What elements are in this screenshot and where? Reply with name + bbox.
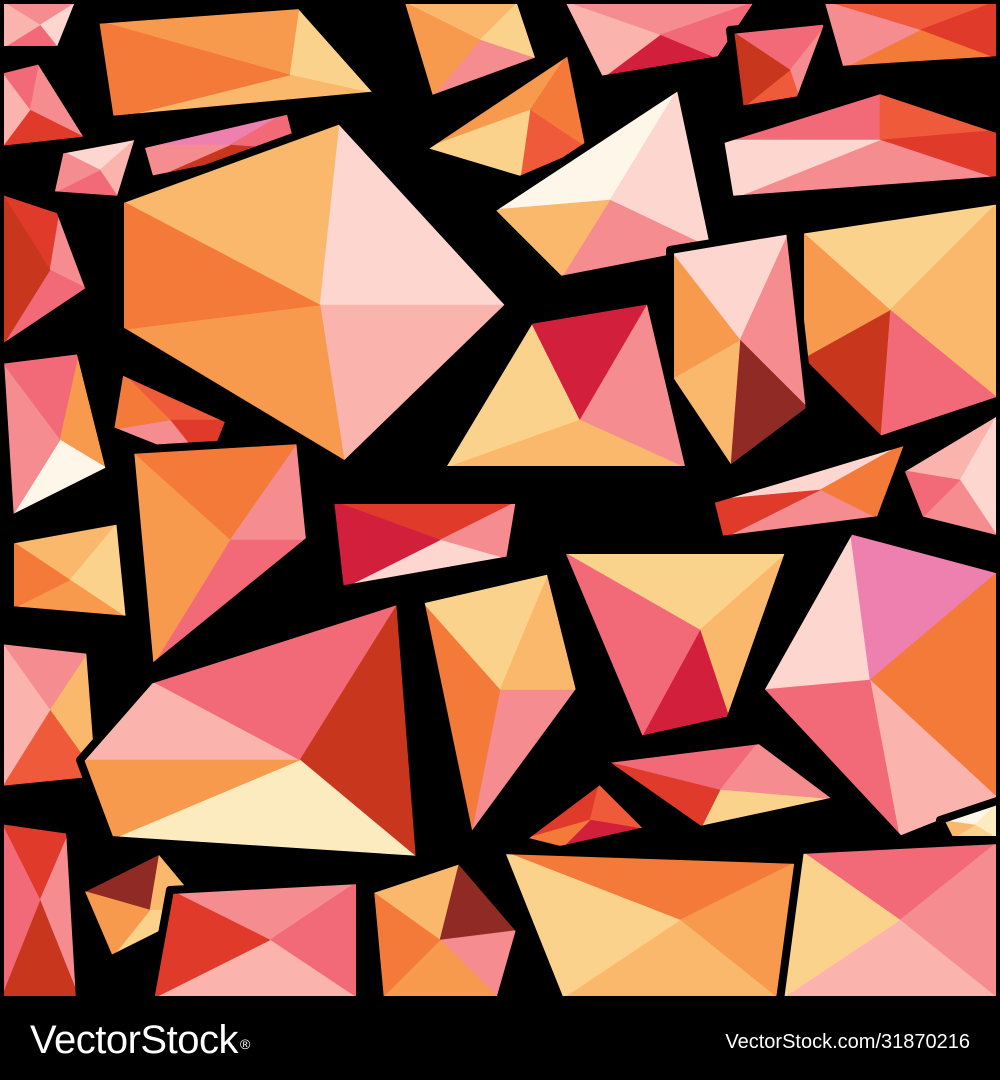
faceted-crystal-pattern (0, 0, 1000, 1000)
crystal-25 (556, 546, 794, 744)
crystal-21 (6, 516, 134, 624)
crystal-28 (76, 596, 424, 864)
crystal-16 (666, 226, 814, 474)
crystal-36 (496, 846, 804, 1000)
crystal-35 (366, 856, 524, 1000)
crystal-6 (0, 0, 84, 54)
crystal-34 (146, 876, 364, 1000)
crystal-5 (816, 0, 1000, 74)
brand-name: VectorStock (30, 1018, 238, 1062)
crystal-37 (776, 836, 1000, 1000)
crystal-22 (326, 496, 524, 594)
crystal-7 (0, 56, 94, 154)
crystal-4 (726, 16, 834, 114)
crystal-18 (0, 346, 114, 524)
crystal-29 (416, 566, 584, 844)
brand-logo: VectorStock ® (30, 1016, 250, 1064)
watermark-bar: VectorStock ® VectorStock.com/31870216 (0, 1000, 1000, 1080)
crystal-10 (0, 186, 94, 354)
crystal-1 (91, 1, 384, 124)
registered-mark: ® (239, 1036, 250, 1052)
crystal-15 (796, 196, 1000, 444)
image-reference: VectorStock.com/31870216 (725, 1031, 970, 1053)
crystal-32 (0, 816, 84, 1000)
crystal-31 (516, 776, 654, 854)
